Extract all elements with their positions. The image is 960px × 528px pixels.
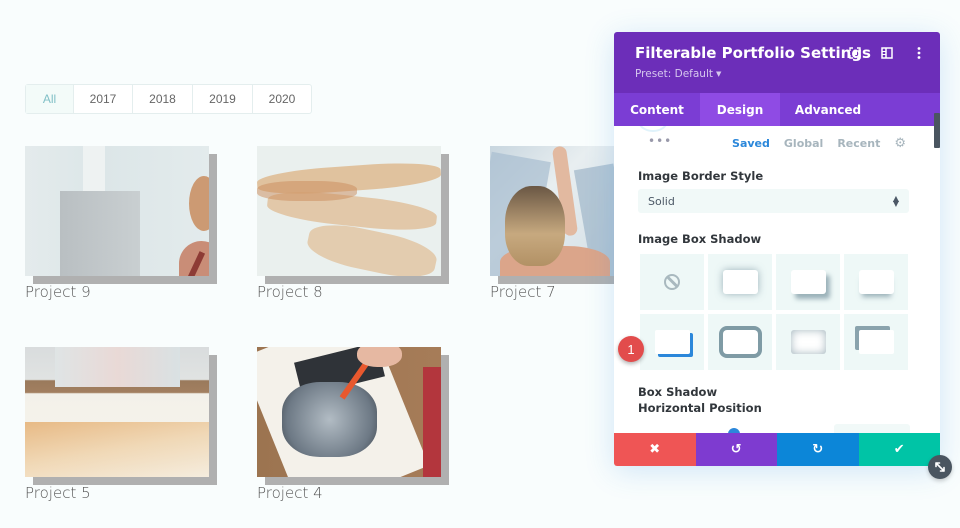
horizontal-position-label: Box Shadow Horizontal Position [638, 385, 762, 415]
no-shadow-icon [664, 274, 680, 290]
portfolio-title[interactable]: Project 4 [257, 484, 323, 502]
portfolio-title[interactable]: Project 5 [25, 484, 91, 502]
portfolio-image[interactable] [257, 347, 441, 477]
box-shadow-options [640, 254, 908, 370]
save-button[interactable]: ✔ [858, 433, 940, 466]
box-shadow-label: Image Box Shadow [638, 232, 762, 246]
shadow-option-all[interactable] [708, 254, 772, 310]
focus-mode-icon[interactable] [848, 46, 862, 60]
panel-scrollbar[interactable] [934, 113, 940, 148]
undo-button[interactable]: ↺ [695, 433, 777, 466]
shadow-option-bottom[interactable] [844, 254, 908, 310]
shadow-option-border[interactable] [708, 314, 772, 370]
panel-body: ••• Saved Global Recent ⚙ Image Border S… [614, 126, 940, 433]
horizontal-position-input[interactable] [834, 424, 910, 433]
shadow-preview [654, 330, 690, 354]
panel-header[interactable]: Filterable Portfolio Settings Preset: De… [614, 32, 940, 93]
shadow-preview [858, 330, 894, 354]
preset-filter-row: Saved Global Recent ⚙ [732, 136, 906, 151]
panel-tabs: Content Design Advanced [614, 93, 940, 126]
undo-icon: ↺ [730, 442, 742, 457]
preset-dropdown[interactable]: Preset: Default ▼ [635, 68, 721, 80]
more-options-icon[interactable] [912, 46, 926, 60]
resize-handle-icon[interactable] [928, 455, 952, 479]
portfolio-image[interactable] [257, 146, 441, 276]
filter-all[interactable]: All [26, 85, 73, 113]
tab-advanced[interactable]: Advanced [780, 93, 876, 126]
recent-link[interactable]: Recent [837, 137, 880, 150]
cancel-button[interactable]: ✖ [614, 433, 696, 466]
global-link[interactable]: Global [784, 137, 823, 150]
shadow-preview [858, 270, 894, 294]
shadow-preview [790, 330, 826, 354]
preset-label: Preset: Default [635, 68, 713, 80]
saved-link[interactable]: Saved [732, 137, 770, 150]
shadow-option-top-left[interactable] [844, 314, 908, 370]
portfolio-title[interactable]: Project 7 [490, 283, 556, 301]
settings-panel: Filterable Portfolio Settings Preset: De… [614, 32, 940, 466]
check-icon: ✔ [893, 442, 905, 457]
border-style-value: Solid [648, 194, 675, 208]
select-arrows-icon: ▲ ▼ [892, 194, 899, 208]
preview-circle [638, 126, 668, 132]
portfolio-title[interactable]: Project 9 [25, 283, 91, 301]
shadow-option-none[interactable] [640, 254, 704, 310]
panel-footer: ✖ ↺ ↻ ✔ [614, 433, 940, 466]
filter-2020[interactable]: 2020 [252, 85, 311, 113]
shadow-preview [790, 270, 826, 294]
more-dots-icon[interactable]: ••• [648, 134, 672, 148]
border-style-select[interactable]: Solid ▲ ▼ [638, 189, 909, 213]
shadow-preview [722, 270, 758, 294]
portfolio-image[interactable] [490, 146, 614, 276]
split-view-icon[interactable] [880, 46, 894, 60]
shadow-preview [722, 330, 758, 354]
shadow-option-bottom-right[interactable] [776, 254, 840, 310]
redo-icon: ↻ [812, 442, 824, 457]
filter-2018[interactable]: 2018 [132, 85, 192, 113]
filter-2019[interactable]: 2019 [192, 85, 252, 113]
redo-button[interactable]: ↻ [777, 433, 859, 466]
step-badge: 1 [618, 336, 644, 362]
filter-2017[interactable]: 2017 [73, 85, 132, 113]
portfolio-filter-bar: All 2017 2018 2019 2020 [25, 84, 312, 114]
gear-icon[interactable]: ⚙ [894, 136, 906, 151]
border-style-label: Image Border Style [638, 169, 764, 183]
shadow-option-inset[interactable] [776, 314, 840, 370]
caret-down-icon: ▼ [715, 70, 722, 78]
tab-design[interactable]: Design [700, 93, 780, 126]
tab-content[interactable]: Content [614, 93, 700, 126]
portfolio-image[interactable] [25, 146, 209, 276]
portfolio-image[interactable] [25, 347, 209, 477]
close-icon: ✖ [649, 442, 661, 457]
shadow-option-corner-blue[interactable] [640, 314, 704, 370]
portfolio-title[interactable]: Project 8 [257, 283, 323, 301]
